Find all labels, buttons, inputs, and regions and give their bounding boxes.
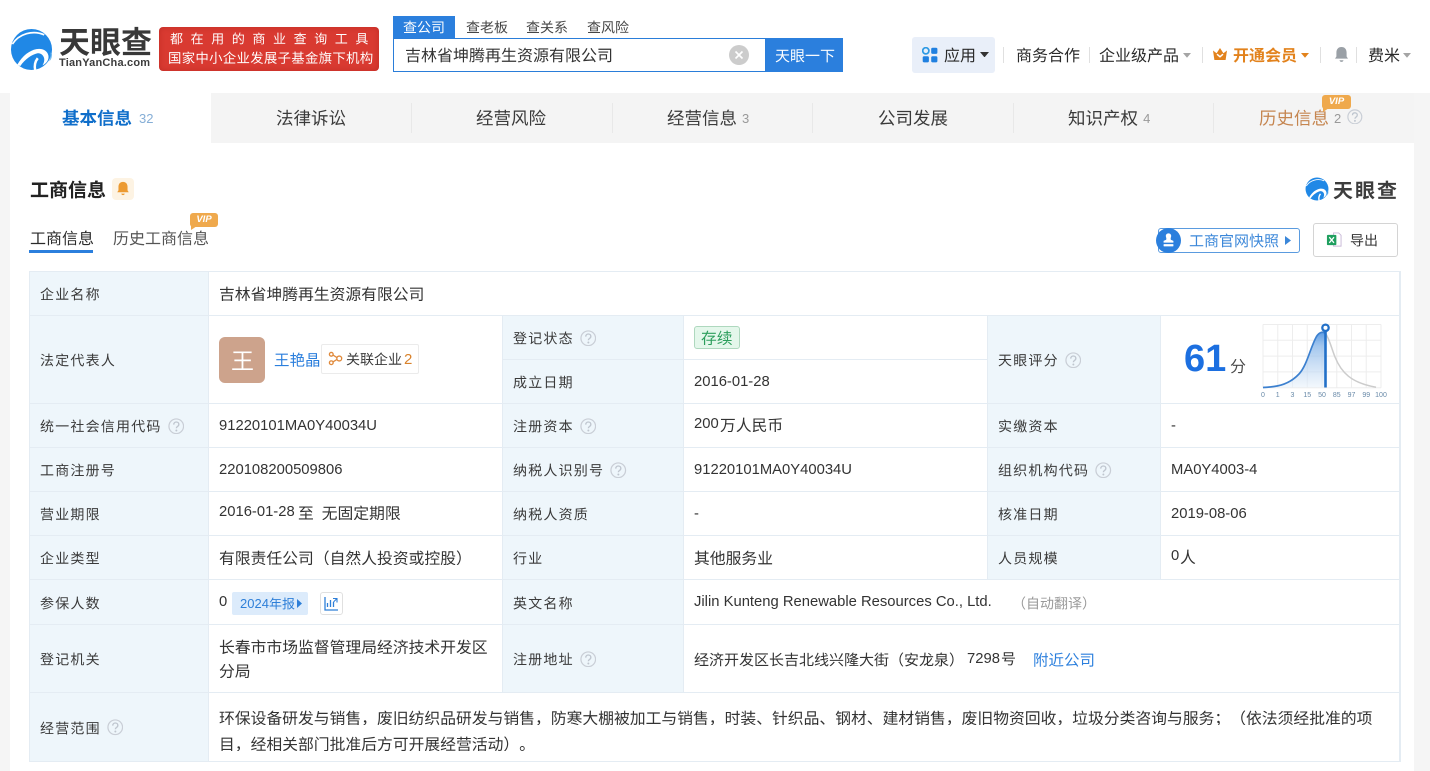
svg-text:97: 97 xyxy=(1348,392,1356,399)
svg-text:85: 85 xyxy=(1333,392,1341,399)
svg-text:0: 0 xyxy=(1261,392,1265,399)
svg-text:1: 1 xyxy=(1276,392,1280,399)
svg-text:15: 15 xyxy=(1303,392,1311,399)
svg-text:100: 100 xyxy=(1375,392,1387,399)
svg-text:3: 3 xyxy=(1291,392,1295,399)
svg-text:99: 99 xyxy=(1362,392,1370,399)
svg-text:50: 50 xyxy=(1318,392,1326,399)
